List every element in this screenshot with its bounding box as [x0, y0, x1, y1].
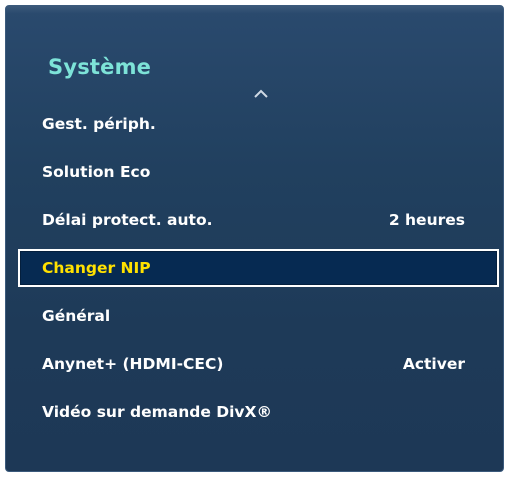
menu-item-label: Changer NIP — [42, 259, 151, 277]
menu-title: Système — [48, 55, 152, 79]
menu-item-label: Anynet+ (HDMI-CEC) — [42, 355, 224, 373]
chevron-up-icon[interactable] — [254, 84, 268, 98]
menu-item-label: Gest. périph. — [42, 115, 156, 133]
menu-item-auto-protection-time[interactable]: Délai protect. auto. 2 heures — [18, 201, 499, 239]
menu-item-anynet[interactable]: Anynet+ (HDMI-CEC) Activer — [18, 345, 499, 383]
menu-item-value: 2 heures — [388, 211, 465, 229]
menu-item-label: Vidéo sur demande DivX® — [42, 403, 272, 421]
menu-item-general[interactable]: Général — [18, 297, 499, 335]
menu-item-device-manager[interactable]: Gest. périph. — [18, 105, 499, 143]
menu-item-change-pin[interactable]: Changer NIP — [18, 249, 499, 287]
menu-item-eco-solution[interactable]: Solution Eco — [18, 153, 499, 191]
menu-item-value: Activer — [402, 355, 465, 373]
menu-item-label: Délai protect. auto. — [42, 211, 213, 229]
menu-item-divx-vod[interactable]: Vidéo sur demande DivX® — [18, 393, 499, 431]
menu-item-label: Général — [42, 307, 111, 325]
menu-item-label: Solution Eco — [42, 163, 151, 181]
